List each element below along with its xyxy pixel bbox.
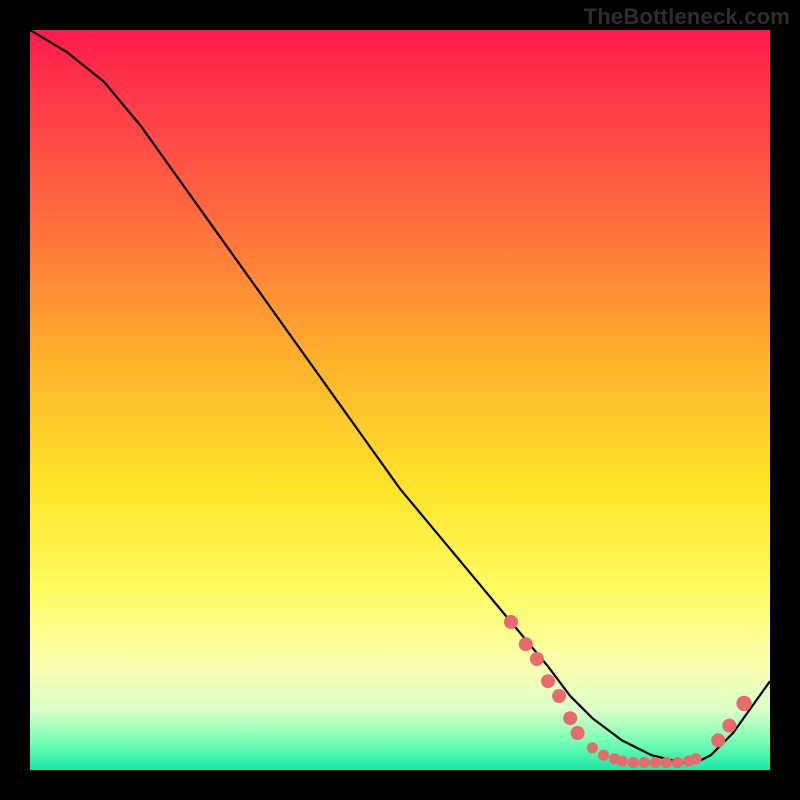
data-point (661, 757, 672, 768)
data-point (628, 757, 639, 768)
data-point (563, 711, 577, 725)
chart-frame: TheBottleneck.com (0, 0, 800, 800)
data-point (519, 637, 533, 651)
curve-line (30, 30, 770, 763)
data-point (530, 652, 544, 666)
data-point (504, 615, 518, 629)
data-point (736, 696, 751, 711)
data-point (571, 726, 585, 740)
data-point (690, 753, 701, 764)
data-point (587, 742, 598, 753)
data-point (639, 757, 650, 768)
attribution-text: TheBottleneck.com (584, 4, 790, 30)
chart-overlay (30, 30, 770, 770)
plot-area (30, 30, 770, 770)
data-point (616, 756, 627, 767)
data-point (722, 719, 736, 733)
data-point (650, 757, 661, 768)
data-point (672, 757, 683, 768)
data-point (711, 733, 725, 747)
data-point (541, 674, 555, 688)
curve-markers (504, 615, 752, 768)
data-point (598, 750, 609, 761)
data-point (552, 689, 566, 703)
